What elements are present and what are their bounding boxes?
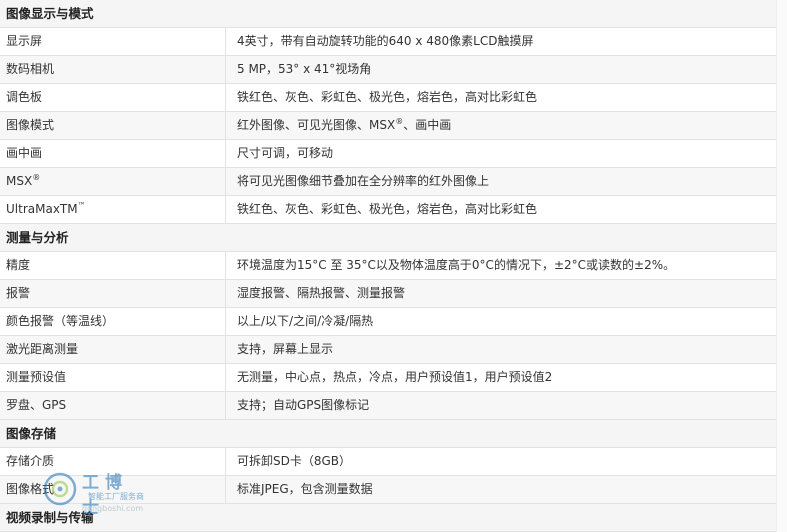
section-header-image-display: 图像显示与模式 bbox=[0, 0, 776, 28]
row-value: 支持；自动GPS图像标记 bbox=[237, 398, 370, 412]
row-value: 以上/以下/之间/冷凝/隔热 bbox=[237, 314, 374, 328]
table-row: 报警 湿度报警、隔热报警、测量报警 bbox=[0, 280, 776, 308]
row-label: 测量预设值 bbox=[0, 364, 226, 391]
row-label: 激光距离测量 bbox=[0, 336, 226, 363]
trademark-mark: ™ bbox=[77, 201, 86, 210]
table-row: UltraMaxTM™ 铁红色、灰色、彩虹色、极光色，熔岩色，高对比彩虹色 bbox=[0, 196, 776, 224]
value-text: 、画中画 bbox=[403, 118, 452, 132]
table-row: 罗盘、GPS 支持；自动GPS图像标记 bbox=[0, 392, 776, 420]
row-value: 可拆卸SD卡（8GB） bbox=[237, 454, 352, 468]
watermark-logo-icon bbox=[43, 472, 77, 506]
row-label: 数码相机 bbox=[0, 56, 226, 83]
table-row: 测量预设值 无测量，中心点，热点，冷点，用户预设值1，用户预设值2 bbox=[0, 364, 776, 392]
table-row: 颜色报警（等温线） 以上/以下/之间/冷凝/隔热 bbox=[0, 308, 776, 336]
table-row: 激光距离测量 支持，屏幕上显示 bbox=[0, 336, 776, 364]
row-label: 颜色报警（等温线） bbox=[0, 308, 226, 335]
row-value: 5 MP，53° x 41°视场角 bbox=[237, 62, 372, 76]
watermark-url: gongboshi.com bbox=[82, 504, 144, 513]
table-row: 图像模式 红外图像、可见光图像、MSX®、画中画 bbox=[0, 112, 776, 140]
row-value: 无测量，中心点，热点，冷点，用户预设值1，用户预设值2 bbox=[237, 370, 553, 384]
row-label: UltraMaxTM™ bbox=[0, 196, 226, 223]
table-row: 显示屏 4英寸，带有自动旋转功能的640 x 480像素LCD触摸屏 bbox=[0, 28, 776, 56]
label-text: UltraMaxTM bbox=[6, 202, 78, 216]
row-label: 调色板 bbox=[0, 84, 226, 111]
row-label: 画中画 bbox=[0, 140, 226, 167]
row-label: 精度 bbox=[0, 252, 226, 279]
row-value: 红外图像、可见光图像、MSX®、画中画 bbox=[226, 112, 776, 139]
registered-mark: ® bbox=[32, 173, 41, 182]
section-header-measurement: 测量与分析 bbox=[0, 224, 776, 252]
row-label: 报警 bbox=[0, 280, 226, 307]
row-value: 4英寸，带有自动旋转功能的640 x 480像素LCD触摸屏 bbox=[237, 34, 534, 48]
row-value: 标准JPEG，包含测量数据 bbox=[237, 482, 373, 496]
section-header-image-storage: 图像存储 bbox=[0, 420, 776, 448]
row-label: 显示屏 bbox=[0, 28, 226, 55]
watermark-subtitle: 智能工厂服务商 bbox=[88, 492, 144, 501]
row-value: 将可见光图像细节叠加在全分辨率的红外图像上 bbox=[237, 174, 490, 188]
row-value: 铁红色、灰色、彩虹色、极光色，熔岩色，高对比彩虹色 bbox=[237, 90, 538, 104]
scrollbar[interactable] bbox=[776, 0, 787, 532]
table-row: 画中画 尺寸可调，可移动 bbox=[0, 140, 776, 168]
row-value: 湿度报警、隔热报警、测量报警 bbox=[237, 286, 406, 300]
label-text: MSX bbox=[6, 174, 33, 188]
spec-table: 图像显示与模式 显示屏 4英寸，带有自动旋转功能的640 x 480像素LCD触… bbox=[0, 0, 776, 532]
table-row: 调色板 铁红色、灰色、彩虹色、极光色，熔岩色，高对比彩虹色 bbox=[0, 84, 776, 112]
value-text: 红外图像、可见光图像、MSX bbox=[237, 118, 396, 132]
row-value: 支持，屏幕上显示 bbox=[237, 342, 334, 356]
section-title: 图像存储 bbox=[6, 426, 57, 441]
section-title: 测量与分析 bbox=[6, 230, 69, 245]
registered-mark: ® bbox=[395, 117, 404, 126]
table-row: MSX® 将可见光图像细节叠加在全分辨率的红外图像上 bbox=[0, 168, 776, 196]
row-value: 环境温度为15°C 至 35°C以及物体温度高于0°C的情况下，±2°C或读数的… bbox=[237, 258, 676, 272]
row-label: MSX® bbox=[0, 168, 226, 195]
row-label: 图像模式 bbox=[0, 112, 226, 139]
row-label: 罗盘、GPS bbox=[0, 392, 226, 419]
watermark: 工博士 智能工厂服务商 gongboshi.com bbox=[40, 468, 150, 518]
table-row: 数码相机 5 MP，53° x 41°视场角 bbox=[0, 56, 776, 84]
section-title: 图像显示与模式 bbox=[6, 6, 94, 21]
table-row: 精度 环境温度为15°C 至 35°C以及物体温度高于0°C的情况下，±2°C或… bbox=[0, 252, 776, 280]
row-value: 尺寸可调，可移动 bbox=[237, 146, 334, 160]
row-value: 铁红色、灰色、彩虹色、极光色，熔岩色，高对比彩虹色 bbox=[237, 202, 538, 216]
